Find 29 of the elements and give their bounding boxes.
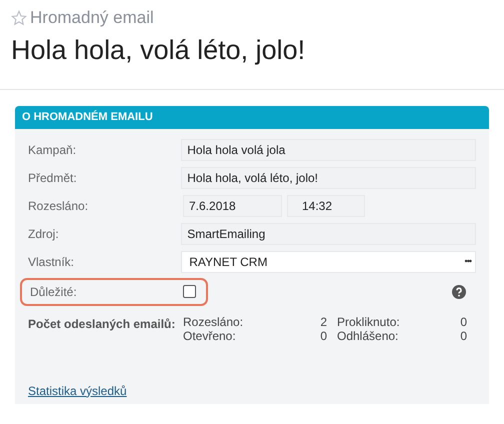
date-field[interactable]: 7.6.2018 [183,194,282,216]
field-label: Vlastník: [28,254,76,270]
stat-label: Otevřeno: [183,328,237,342]
stat-value: 0 [459,314,467,328]
page-title: Hola hola, volá léto, jolo! [11,34,306,66]
text-field[interactable]: Hola hola volá jola [181,138,476,160]
stat-value: 0 [459,328,467,342]
field-label: Zdroj: [28,226,60,242]
more-button[interactable]: ••• [464,254,471,268]
help-icon[interactable] [452,284,466,298]
field-label: Kampaň: [28,142,78,158]
text-field[interactable]: Hola hola, volá léto, jolo! [181,166,476,188]
text-field[interactable]: SmartEmailing [181,222,476,244]
statistics-link[interactable]: Statistika výsledků [28,382,127,400]
star-icon[interactable] [11,10,27,26]
stat-label: Rozesláno: [183,314,244,328]
important-checkbox[interactable] [183,285,196,298]
field-label: Předmět: [28,170,78,186]
panel-header: O HROMADNÉM EMAILU [15,106,489,128]
stat-value: 2 [319,314,327,328]
stats-label: Počet odeslaných emailů: [28,316,176,332]
field-label: Rozesláno: [28,198,90,214]
stat-value: 0 [319,328,327,342]
field-label: Důležité: [30,284,78,300]
stat-label: Prokliknuto: [336,314,401,328]
time-field[interactable]: 14:32 [287,194,365,216]
stat-label: Odhlášeno: [336,328,400,342]
page-subtitle: Hromadný email [30,7,154,29]
owner-field[interactable]: RAYNET CRM ••• [181,250,476,272]
